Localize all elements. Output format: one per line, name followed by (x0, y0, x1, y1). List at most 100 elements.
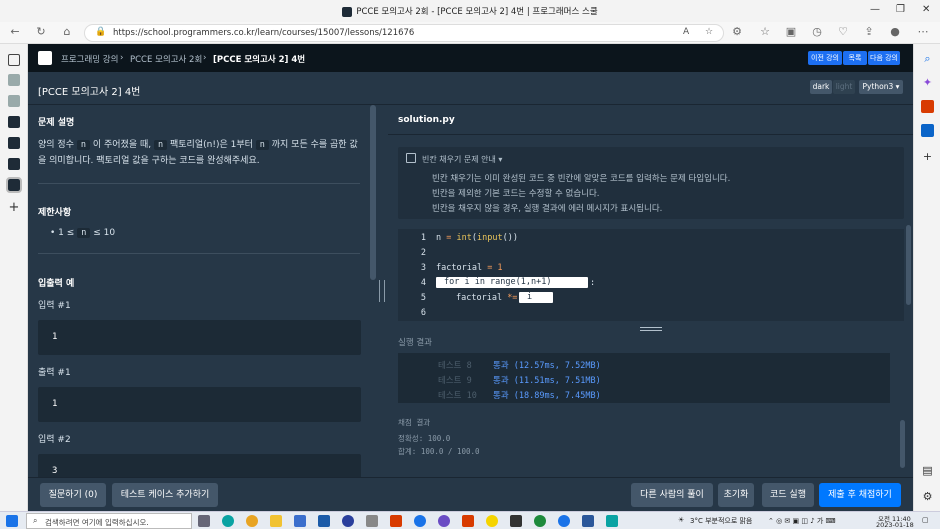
tab-icon[interactable] (8, 116, 20, 128)
history-icon[interactable]: ◷ (810, 25, 824, 38)
tab-icon[interactable] (8, 158, 20, 170)
test-row: 테스트 9 통과 (11.51ms, 7.51MB) (398, 374, 890, 388)
copilot-icon[interactable]: ✦ (921, 76, 934, 89)
address-url[interactable]: https://school.programmers.co.kr/learn/c… (113, 28, 414, 38)
back-icon[interactable]: ← (8, 25, 22, 38)
minimize-icon[interactable]: — (870, 4, 880, 15)
tab-icon[interactable] (8, 137, 20, 149)
close-window-icon[interactable]: ✕ (922, 4, 930, 15)
info-title[interactable]: 빈칸 채우기 문제 안내 ▾ (422, 154, 502, 165)
collections-icon[interactable]: ▣ (784, 25, 798, 38)
code-line: 6 (398, 306, 904, 320)
line-number: 6 (420, 308, 426, 318)
app-icon[interactable] (510, 515, 522, 527)
prev-lesson-button[interactable]: 이전 강의 (808, 51, 842, 65)
app-icon[interactable] (342, 515, 354, 527)
theme-dark-toggle[interactable]: dark (810, 80, 832, 94)
tab-icon[interactable] (8, 74, 20, 86)
browser-essentials-icon[interactable]: ♡ (836, 25, 850, 38)
blank-input-1[interactable]: for i in range(1,n+1) (436, 277, 588, 288)
active-tab-icon[interactable] (6, 177, 22, 193)
problem-description: 양의 정수 n 이 주어졌을 때, n 팩토리얼(n!)은 1부터 n 까지 모… (38, 137, 358, 169)
start-icon[interactable] (6, 515, 18, 527)
new-tab-icon[interactable]: + (8, 201, 20, 214)
tab-icon[interactable] (8, 95, 20, 107)
settings-icon[interactable]: ⚙ (921, 490, 934, 503)
extension-icon[interactable]: ⚙ (730, 25, 744, 38)
panel-splitter[interactable] (376, 105, 388, 477)
ask-question-button[interactable]: 질문하기 (0) (40, 483, 106, 507)
outlook-icon[interactable] (921, 124, 934, 137)
app-icon[interactable] (438, 515, 450, 527)
store-icon[interactable] (294, 515, 306, 527)
clock-date[interactable]: 2023-01-18 (876, 521, 914, 529)
reload-icon[interactable]: ↻ (34, 25, 48, 38)
lesson-header: [PCCE 모의고사 2] 4번 dark light Python3 ▾ (28, 72, 913, 105)
next-lesson-button[interactable]: 다음 강의 (868, 51, 900, 65)
search-icon[interactable]: ⌕ (921, 52, 934, 65)
maximize-icon[interactable]: ❐ (896, 4, 905, 15)
reset-button[interactable]: 초기화 (718, 483, 754, 507)
taskbar-search-placeholder[interactable]: 검색하려면 여기에 입력하십시오. (45, 517, 149, 528)
result-scrollbar[interactable] (900, 420, 905, 468)
others-solutions-button[interactable]: 다른 사람의 풀이 (631, 483, 713, 507)
share-icon[interactable]: ⇪ (862, 25, 876, 38)
filename: solution.py (398, 115, 455, 125)
add-sidebar-icon[interactable]: + (921, 150, 934, 163)
app-icon[interactable] (414, 515, 426, 527)
kakaotalk-icon[interactable] (486, 515, 498, 527)
limit-text: 1 ≤ (58, 228, 75, 238)
section-io: 입출력 예 (38, 279, 75, 289)
tab-actions-icon[interactable] (8, 54, 20, 66)
app-icon[interactable] (606, 515, 618, 527)
home-icon[interactable]: ⌂ (60, 25, 74, 38)
chrome-icon[interactable] (246, 515, 258, 527)
more-menu-icon[interactable]: ⋯ (916, 25, 930, 38)
tray-icons[interactable]: ⌃ ◎ ✉ ▣ ◫ ♪ 가 ⌨ (768, 516, 836, 526)
editor-result-resizer[interactable] (388, 325, 913, 333)
office-icon[interactable] (921, 100, 934, 113)
test-name: 테스트 8 (438, 361, 472, 371)
lock-icon[interactable]: 🔒 (95, 27, 106, 37)
profile-avatar-icon[interactable]: ● (888, 25, 902, 38)
favorites-icon[interactable]: ☆ (758, 25, 772, 38)
notification-icon[interactable]: ▢ (922, 516, 929, 524)
breadcrumb-1[interactable]: 프로그래밍 강의 (61, 53, 118, 65)
info-line: 빈칸을 채우지 않을 경우, 실행 결과에 에러 메시지가 표시됩니다. (432, 204, 663, 214)
favorite-icon[interactable]: ☆ (705, 27, 713, 37)
test-result: 통과 (11.51ms, 7.51MB) (493, 376, 601, 386)
language-select[interactable]: Python3 ▾ (859, 80, 903, 94)
edge-icon[interactable] (222, 515, 234, 527)
explorer-icon[interactable] (270, 515, 282, 527)
address-bar[interactable]: 🔒 https://school.programmers.co.kr/learn… (84, 24, 724, 42)
word-icon[interactable] (582, 515, 594, 527)
splitter-handle-icon[interactable] (379, 280, 385, 302)
submit-button[interactable]: 제출 후 채점하기 (819, 483, 901, 507)
task-view-icon[interactable] (198, 515, 210, 527)
test-result: 통과 (12.57ms, 7.52MB) (493, 361, 601, 371)
taskbar-search[interactable]: ⌕ 검색하려면 여기에 입력하십시오. (26, 513, 192, 529)
list-button[interactable]: 목록 (843, 51, 867, 65)
read-aloud-icon[interactable]: A (683, 27, 689, 37)
code-area[interactable]: 1 n = int(input()) 2 3 factorial = 1 4 f… (398, 229, 904, 321)
add-test-case-button[interactable]: 테스트 케이스 추가하기 (112, 483, 218, 507)
collapse-icon[interactable] (406, 153, 416, 163)
resize-handle-icon[interactable] (640, 327, 662, 331)
office-icon[interactable] (390, 515, 402, 527)
app-icon[interactable] (366, 515, 378, 527)
weather-text[interactable]: 3°C 부분적으로 맑음 (690, 516, 752, 526)
input1-label: 입력 #1 (38, 301, 71, 311)
editor-scrollbar[interactable] (906, 225, 911, 305)
weather-icon[interactable]: ☀ (678, 516, 684, 524)
app-icon[interactable] (534, 515, 546, 527)
run-code-button[interactable]: 코드 실행 (762, 483, 814, 507)
programmers-logo-icon[interactable] (38, 51, 52, 65)
theme-light-toggle[interactable]: light (833, 80, 855, 94)
breadcrumb-2[interactable]: PCCE 모의고사 2회 (130, 53, 202, 65)
blank-input-2[interactable]: i (519, 292, 553, 303)
app-icon[interactable] (318, 515, 330, 527)
page-title: [PCCE 모의고사 2] 4번 (38, 87, 141, 98)
sidebar-toggle-icon[interactable]: ▤ (921, 464, 934, 477)
app-icon[interactable] (558, 515, 570, 527)
app-icon[interactable] (462, 515, 474, 527)
